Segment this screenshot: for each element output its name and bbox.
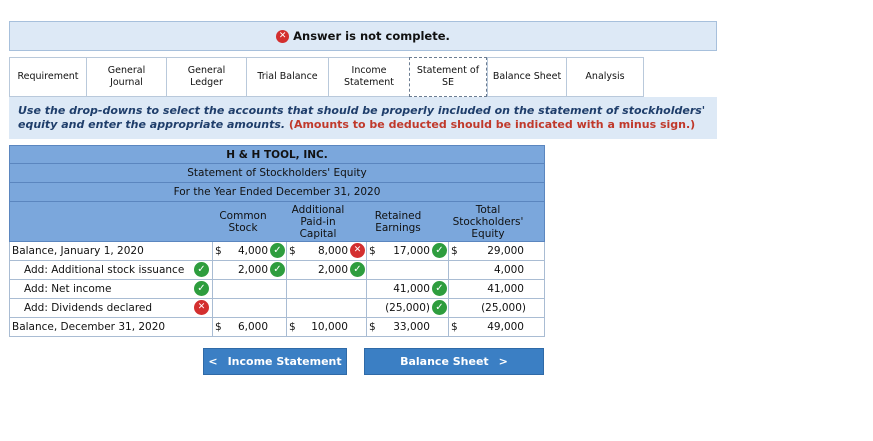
total-equity-value: 29,000 [487,245,524,257]
instructions-note: (Amounts to be deducted should be indica… [288,118,696,131]
common-stock-input[interactable]: 2,000 [225,261,268,279]
row-label-select[interactable]: Add: Net income [10,280,111,298]
tab-income-statement[interactable]: Income Statement [328,57,409,97]
col-total-equity: Total Stockholders' Equity [448,202,528,242]
currency-symbol: $ [215,245,222,257]
apic-input[interactable] [300,299,348,317]
currency-symbol: $ [215,321,222,333]
statement-period: For the Year Ended December 31, 2020 [9,183,545,202]
tab-label: Requirement [17,71,79,82]
statement-title: Statement of Stockholders' Equity [9,164,545,183]
apic-input[interactable]: 2,000 [300,261,348,279]
row-label: Balance, December 31, 2020 [12,321,166,333]
correct-icon: ✓ [432,281,447,296]
currency-symbol: $ [289,245,296,257]
row-label: Balance, January 1, 2020 [12,245,144,257]
currency-symbol: $ [369,245,376,257]
currency-symbol: $ [451,245,458,257]
common-stock-total: 6,000 [237,321,268,333]
col-apic: Additional Paid-in Capital [286,202,350,242]
tab-requirement[interactable]: Requirement [9,57,86,97]
currency-symbol: $ [289,321,296,333]
retained-earnings-input[interactable]: 41,000 [380,280,430,298]
col-common-stock: Common Stock [212,202,274,242]
answer-status-text: Answer is not complete. [293,29,450,43]
requirement-tabs: Requirement General Journal General Ledg… [9,57,644,97]
tab-label: Income Statement [344,65,394,88]
correct-icon: ✓ [270,262,285,277]
retained-earnings-total: 33,000 [393,321,430,333]
incorrect-icon: ✕ [350,243,365,258]
currency-symbol: $ [369,321,376,333]
tab-trial-balance[interactable]: Trial Balance [246,57,328,97]
next-balance-sheet-button[interactable]: Balance Sheet > [364,348,544,375]
answer-status-banner: ✕ Answer is not complete. [9,21,717,51]
tab-label: Statement of SE [416,65,480,88]
correct-icon: ✓ [194,262,209,277]
next-button-label: Balance Sheet [400,355,489,368]
table-row: Add: Dividends declared ✕ (25,000) ✓ (25… [9,299,545,318]
correct-icon: ✓ [432,243,447,258]
tab-label: General Ledger [187,65,226,88]
table-row: Balance, January 1, 2020 $ 4,000 ✓ $ 8,0… [9,242,545,261]
total-equity-value: (25,000) [481,302,526,314]
chevron-left-icon: < [208,355,218,368]
apic-input[interactable]: 8,000 [300,242,348,260]
tab-general-ledger[interactable]: General Ledger [166,57,246,97]
company-name: H & H TOOL, INC. [9,145,545,164]
tab-label: General Journal [107,65,146,88]
prev-button-label: Income Statement [227,355,342,368]
retained-earnings-input[interactable] [380,261,430,279]
total-equity-total: 49,000 [487,321,524,333]
correct-icon: ✓ [432,300,447,315]
correct-icon: ✓ [194,281,209,296]
common-stock-input[interactable] [225,280,268,298]
row-label-select[interactable]: Add: Additional stock issuance [10,261,184,279]
col-retained-earnings: Retained Earnings [366,202,430,242]
tab-label: Analysis [585,71,625,82]
prev-income-statement-button[interactable]: < Income Statement [203,348,347,375]
common-stock-input[interactable] [225,299,268,317]
correct-icon: ✓ [350,262,365,277]
tab-label: Balance Sheet [492,71,562,82]
currency-symbol: $ [451,321,458,333]
statement-of-stockholders-equity: H & H TOOL, INC. Statement of Stockholde… [9,145,545,337]
col-label: Additional Paid-in Capital [291,204,345,240]
table-row: Add: Net income ✓ 41,000 ✓ 41,000 [9,280,545,299]
retained-earnings-input[interactable]: (25,000) [378,299,430,317]
incorrect-icon: ✕ [276,29,290,43]
common-stock-input[interactable]: 4,000 [225,242,268,260]
column-headers: Common Stock Additional Paid-in Capital … [9,202,545,242]
table-row: Balance, December 31, 2020 $ 6,000 $ 10,… [9,318,545,337]
instructions: Use the drop-downs to select the account… [9,97,717,139]
retained-earnings-input[interactable]: 17,000 [380,242,430,260]
col-label: Total Stockholders' Equity [452,204,524,240]
tab-general-journal[interactable]: General Journal [86,57,166,97]
tab-label: Trial Balance [257,71,318,82]
tab-statement-of-se[interactable]: Statement of SE [409,57,487,97]
col-label: Common Stock [219,210,267,234]
apic-total: 10,000 [311,321,348,333]
total-equity-value: 4,000 [493,264,524,276]
total-equity-value: 41,000 [487,283,524,295]
table-row: Add: Additional stock issuance ✓ 2,000 ✓… [9,261,545,280]
apic-input[interactable] [300,280,348,298]
col-label: Retained Earnings [374,210,422,234]
tab-balance-sheet[interactable]: Balance Sheet [487,57,566,97]
chevron-right-icon: > [498,355,508,368]
correct-icon: ✓ [270,243,285,258]
row-label-select[interactable]: Add: Dividends declared [10,299,152,317]
tab-analysis[interactable]: Analysis [566,57,644,97]
incorrect-icon: ✕ [194,300,209,315]
